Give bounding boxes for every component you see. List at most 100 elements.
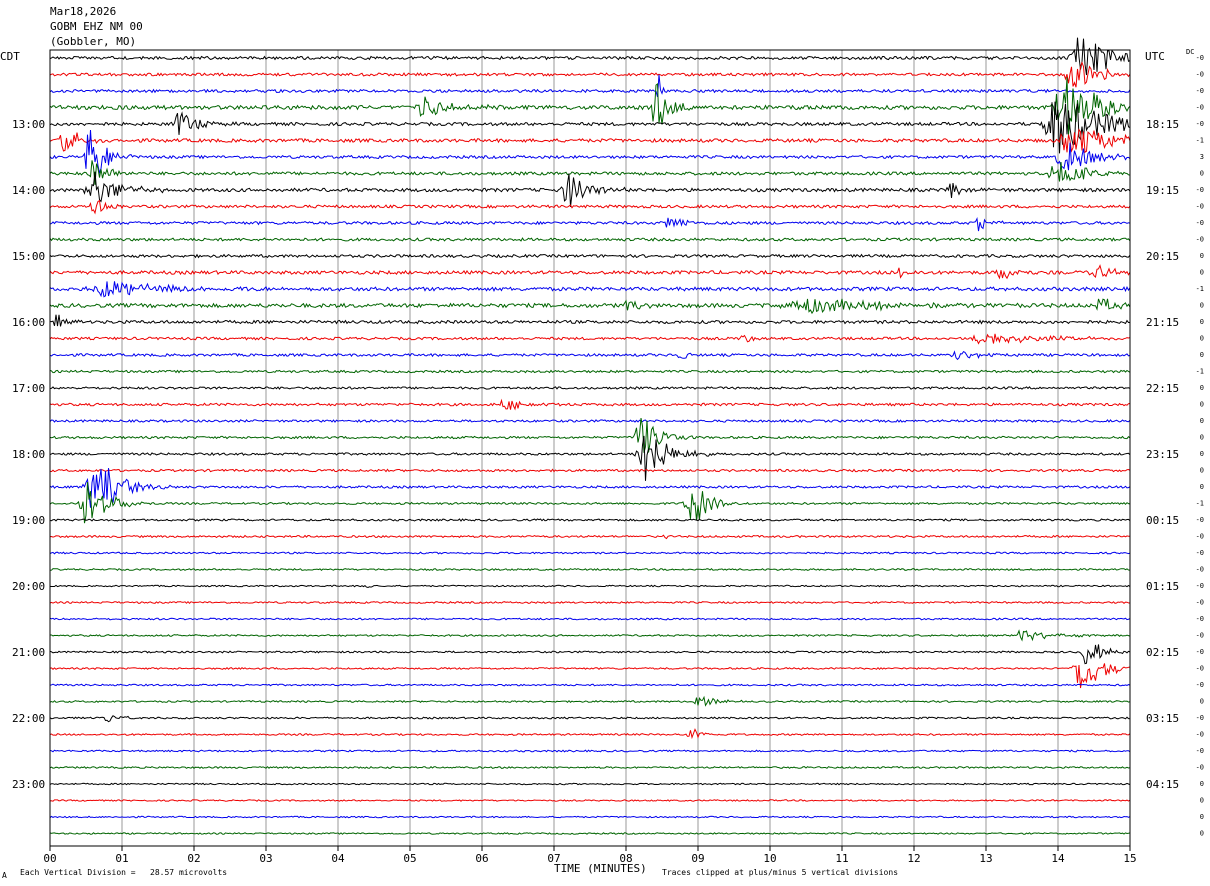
trace-line: [49, 617, 1131, 621]
dc-offset-label: 0: [1200, 450, 1204, 458]
x-axis-title: TIME (MINUTES): [554, 862, 647, 875]
left-hour-label: 17:00: [12, 382, 45, 395]
trace-line: [49, 101, 1131, 154]
trace-line: [49, 369, 1131, 374]
dc-offset-label: 0: [1200, 813, 1204, 821]
dc-offset-label: -0: [1196, 731, 1204, 739]
trace-line: [49, 264, 1131, 280]
plot-frame: [49, 49, 1131, 847]
dc-offset-label: 0: [1200, 401, 1204, 409]
x-axis-ticks: [49, 846, 1131, 851]
left-hour-label: 23:00: [12, 778, 45, 791]
x-tick-label: 15: [1123, 852, 1136, 865]
right-hour-labels: 18:15 19:15 20:15 21:15 22:15 23:15 00:15 01:15…: [1146, 118, 1179, 791]
trace-line: [49, 171, 1131, 207]
dc-offset-label: -0: [1196, 120, 1204, 128]
right-hour-label: 23:15: [1146, 448, 1179, 461]
dc-offset-label: 0: [1200, 417, 1204, 425]
dc-offset-label: -0: [1196, 516, 1204, 524]
x-tick-label: 09: [691, 852, 704, 865]
trace-line: [49, 695, 1131, 707]
dc-offset-label: -0: [1196, 582, 1204, 590]
trace-line: [49, 815, 1131, 819]
x-tick-label: 04: [331, 852, 345, 865]
dc-offset-label: 0: [1200, 252, 1204, 260]
dc-offset-label: 0: [1200, 269, 1204, 277]
right-hour-label: 03:15: [1146, 712, 1179, 725]
dc-offset-label: 0: [1200, 467, 1204, 475]
dc-offset-label: 0: [1200, 698, 1204, 706]
trace-line: [49, 237, 1131, 242]
dc-offset-label: 0: [1200, 830, 1204, 838]
trace-line: [49, 799, 1131, 802]
trace-line: [49, 77, 1131, 135]
right-hour-label: 04:15: [1146, 778, 1179, 791]
left-hour-label: 16:00: [12, 316, 45, 329]
dc-offset-label: 0: [1200, 302, 1204, 310]
trace-line: [49, 216, 1131, 232]
dc-header-label: DC: [1186, 48, 1195, 56]
x-tick-label: 01: [115, 852, 128, 865]
dc-offset-label: -0: [1196, 747, 1204, 755]
dc-offset-label: -1: [1196, 137, 1204, 145]
trace-line: [49, 568, 1131, 572]
station-id: GOBM EHZ NM 00: [50, 20, 143, 33]
trace-line: [49, 749, 1131, 753]
trace-line: [49, 468, 1131, 473]
dc-offset-label: -0: [1196, 615, 1204, 623]
trace-line: [49, 765, 1131, 769]
x-tick-label: 11: [835, 852, 848, 865]
trace-line: [49, 160, 1131, 185]
dc-offset-label: -0: [1196, 186, 1204, 194]
trace-line: [49, 350, 1131, 361]
trace-line: [49, 61, 1131, 88]
dc-offset-label: -0: [1196, 681, 1204, 689]
trace-line: [49, 584, 1131, 589]
right-hour-label: 01:15: [1146, 580, 1179, 593]
left-hour-label: 18:00: [12, 448, 45, 461]
dc-offset-label: -0: [1196, 549, 1204, 557]
seismic-traces: [49, 37, 1131, 835]
left-hour-label: 21:00: [12, 646, 45, 659]
right-hour-label: 22:15: [1146, 382, 1179, 395]
x-tick-label: 00: [43, 852, 56, 865]
left-hour-label: 19:00: [12, 514, 45, 527]
trace-line: [49, 644, 1131, 665]
trace-line: [49, 468, 1131, 508]
trace-line: [49, 600, 1131, 605]
right-hour-label: 21:15: [1146, 316, 1179, 329]
left-hour-label: 14:00: [12, 184, 45, 197]
corner-mark: A: [2, 871, 7, 880]
vertical-division-note: Each Vertical Division = 28.57 microvolt…: [20, 868, 228, 877]
right-hour-label: 20:15: [1146, 250, 1179, 263]
station-location: (Gobbler, MO): [50, 35, 137, 48]
helicorder-plot: 00 01 02 03 04 05 06 07 08 09 10 11 12 13 14 15 13:0014…: [12, 37, 1204, 865]
trace-line: [49, 398, 1131, 411]
trace-line: [49, 534, 1130, 540]
dc-offset-label: -0: [1196, 236, 1204, 244]
left-hour-label: 15:00: [12, 250, 45, 263]
trace-line: [49, 518, 1131, 522]
left-hour-label: 22:00: [12, 712, 45, 725]
trace-line: [49, 419, 1131, 423]
dc-offset-label: -0: [1196, 648, 1204, 656]
dc-offset-label: -0: [1196, 203, 1204, 211]
trace-line: [49, 199, 1131, 215]
x-tick-label: 02: [187, 852, 200, 865]
dc-offset-label: -0: [1196, 104, 1204, 112]
trace-line: [49, 298, 1131, 315]
dc-offset-label: -0: [1196, 665, 1204, 673]
dc-offset-label: 0: [1200, 170, 1204, 178]
dc-offset-label: 0: [1200, 318, 1204, 326]
right-hour-label: 00:15: [1146, 514, 1179, 527]
dc-offset-label: 0: [1200, 351, 1204, 359]
trace-line: [49, 386, 1131, 390]
x-tick-label: 10: [763, 852, 776, 865]
dc-offset-label: -0: [1196, 764, 1204, 772]
dc-offset-labels: -0 -0 -0 -0 -0 -1 3 0 -0 -0 -0 -0 0 0 -1 0 0 0 0 -1 0 0 0 0 0 0 0 -…: [1196, 54, 1204, 838]
trace-line: [49, 128, 1131, 154]
left-timezone-label: CDT: [0, 50, 20, 63]
dc-offset-label: -0: [1196, 87, 1204, 95]
trace-line: [50, 629, 1131, 642]
dc-offset-label: 0: [1200, 434, 1204, 442]
